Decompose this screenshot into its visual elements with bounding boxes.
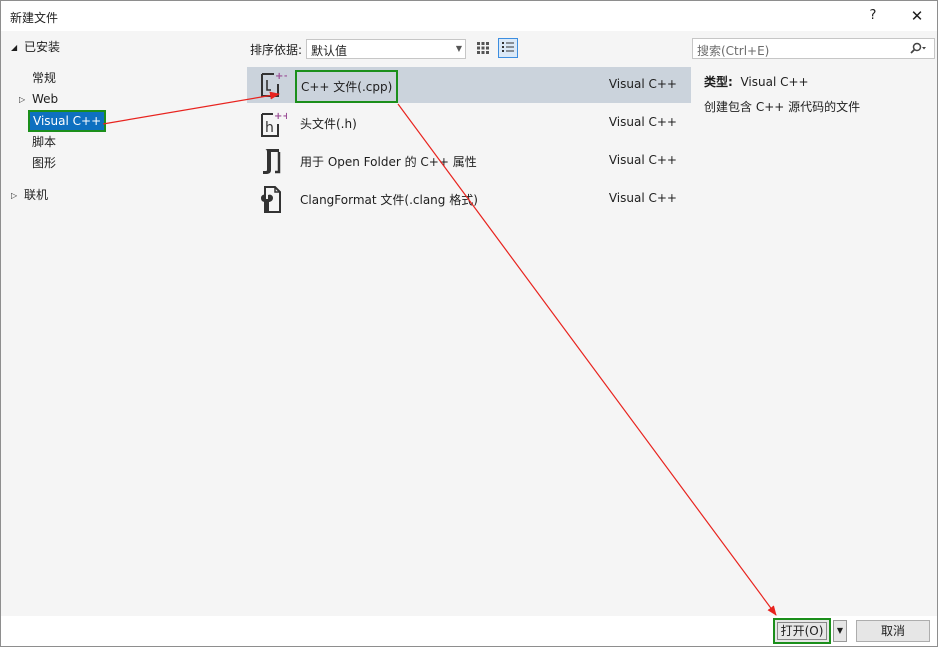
template-type: Visual C++ xyxy=(608,115,677,129)
tree-item-online[interactable]: 联机 xyxy=(24,186,48,204)
tree-item-installed[interactable]: 已安装 xyxy=(24,38,60,56)
list-view-icon xyxy=(502,42,514,52)
dialog-title: 新建文件 xyxy=(10,11,59,25)
svg-text:++: ++ xyxy=(275,71,287,82)
tree-item-visual-cpp[interactable]: Visual C++ xyxy=(27,110,107,132)
template-row-cpp-properties[interactable]: 用于 Open Folder 的 C++ 属性 Visual C++ xyxy=(247,143,691,179)
search-input[interactable]: 搜索(Ctrl+E) xyxy=(692,38,935,59)
open-dropdown-button[interactable]: ▼ xyxy=(833,620,847,642)
template-type: Visual C++ xyxy=(608,153,677,167)
template-name: ClangFormat 文件(.clang 格式) xyxy=(300,193,478,207)
template-row-cpp[interactable]: ++ C++ 文件(.cpp) Visual C++ xyxy=(247,67,691,103)
info-type-label: 类型: xyxy=(704,75,733,89)
new-file-dialog: 新建文件 ? ✕ ◢ 已安装 常规 ▷ Web Visual C++ 脚本 图形… xyxy=(0,0,938,647)
cpp-file-icon: ++ xyxy=(261,71,287,97)
collapsed-arrow-icon[interactable]: ▷ xyxy=(19,95,25,104)
list-view-button[interactable] xyxy=(498,38,518,58)
tree-item-script[interactable]: 脚本 xyxy=(32,133,56,151)
title-bar: 新建文件 ? ✕ xyxy=(1,1,937,31)
tree-item-general[interactable]: 常规 xyxy=(32,69,56,87)
info-type-value: Visual C++ xyxy=(740,75,809,89)
template-type: Visual C++ xyxy=(608,191,677,205)
search-icon[interactable] xyxy=(908,41,928,57)
chevron-down-icon: ▼ xyxy=(455,44,462,53)
cancel-button[interactable]: 取消 xyxy=(856,620,930,642)
template-type: Visual C++ xyxy=(608,77,677,91)
tree-item-graphics[interactable]: 图形 xyxy=(32,154,56,172)
svg-text:h: h xyxy=(265,120,274,136)
template-name: 头文件(.h) xyxy=(300,117,357,131)
open-button[interactable]: 打开(O) xyxy=(773,618,831,644)
cpp-properties-icon xyxy=(263,149,281,174)
clangformat-file-icon xyxy=(261,186,281,213)
header-file-icon: h ++ xyxy=(261,111,287,137)
tree-item-web[interactable]: Web xyxy=(32,90,58,108)
template-row-clangformat[interactable]: ClangFormat 文件(.clang 格式) Visual C++ xyxy=(247,181,691,217)
svg-text:++: ++ xyxy=(274,111,287,122)
grid-view-button[interactable] xyxy=(473,38,493,58)
template-name: C++ 文件(.cpp) xyxy=(295,70,399,103)
info-type: 类型: Visual C++ xyxy=(704,73,809,90)
collapsed-arrow-icon[interactable]: ▷ xyxy=(11,191,17,200)
dialog-footer: 打开(O) ▼ 取消 xyxy=(1,616,937,646)
open-button-label: 打开(O) xyxy=(780,624,824,638)
grid-view-icon xyxy=(477,42,489,54)
dialog-body: ◢ 已安装 常规 ▷ Web Visual C++ 脚本 图形 ▷ 联机 排序依… xyxy=(1,31,937,616)
sort-dropdown[interactable]: 默认值 ▼ xyxy=(306,39,466,59)
sort-value: 默认值 xyxy=(311,44,348,58)
expanded-arrow-icon[interactable]: ◢ xyxy=(11,43,17,52)
template-name: 用于 Open Folder 的 C++ 属性 xyxy=(300,155,477,169)
category-tree: ◢ 已安装 常规 ▷ Web Visual C++ 脚本 图形 ▷ 联机 xyxy=(1,31,243,616)
template-list: ++ C++ 文件(.cpp) Visual C++ h ++ 头文件(.h) … xyxy=(247,67,691,614)
chevron-down-icon: ▼ xyxy=(836,626,844,635)
info-description: 创建包含 C++ 源代码的文件 xyxy=(704,100,861,114)
template-row-header[interactable]: h ++ 头文件(.h) Visual C++ xyxy=(247,105,691,141)
sort-label: 排序依据: xyxy=(250,43,303,57)
close-button[interactable]: ✕ xyxy=(897,1,937,31)
search-placeholder: 搜索(Ctrl+E) xyxy=(697,44,770,58)
help-button[interactable]: ? xyxy=(853,1,893,31)
